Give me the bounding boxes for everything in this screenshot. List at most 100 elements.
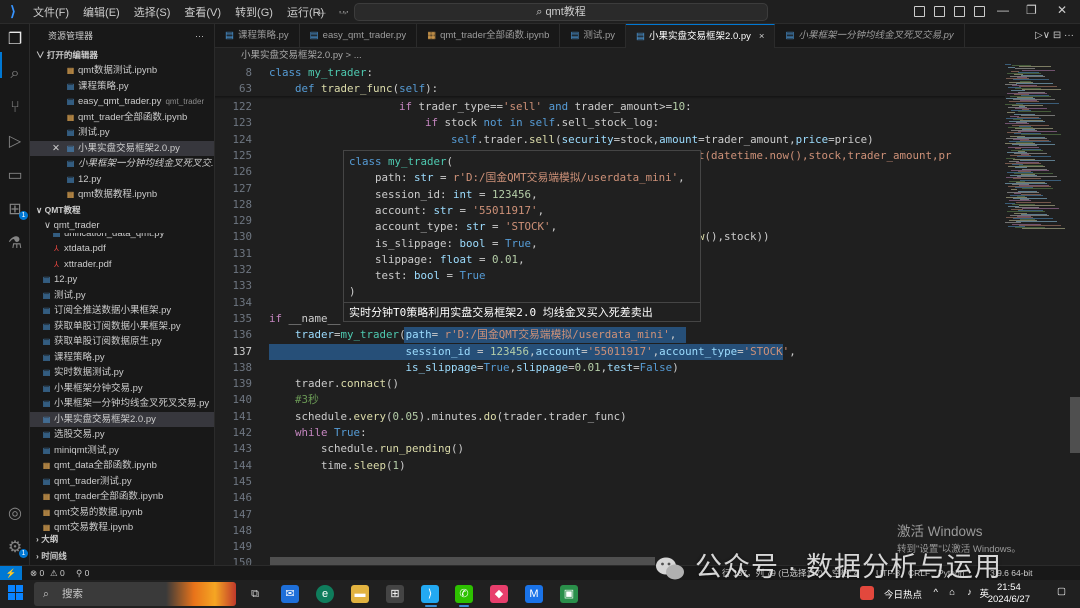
code-line[interactable]: schedule.run_pending() bbox=[269, 441, 464, 457]
file-tree-item[interactable]: ▤ 小果框架一分钟均线金叉死叉交易.py bbox=[30, 396, 214, 412]
testing-icon[interactable]: ⚗ bbox=[5, 234, 25, 254]
tray-chevron-icon[interactable]: ^ bbox=[934, 587, 938, 598]
file-tree-item[interactable]: ▤ unification_data_qmt.py bbox=[30, 233, 214, 241]
run-debug-icon[interactable]: ▷ bbox=[5, 132, 25, 152]
file-tree-item[interactable]: ▤ 获取单股订阅数据小果框架.py bbox=[30, 319, 214, 335]
app-green-icon[interactable]: ▣ bbox=[560, 585, 578, 603]
open-editor-item[interactable]: ▤ 12.py bbox=[30, 172, 214, 188]
file-tree-item[interactable]: ⅄ xttrader.pdf bbox=[30, 257, 214, 273]
open-editor-item[interactable]: ▤ 课程策略.py bbox=[30, 79, 214, 95]
warnings-indicator[interactable]: ⚠ 0 bbox=[50, 566, 65, 580]
account-icon[interactable]: ◎ bbox=[5, 504, 25, 524]
tab-0[interactable]: ▤ 课程策略.py bbox=[215, 24, 300, 48]
code-line[interactable]: trader.connact() bbox=[269, 376, 399, 392]
file-tree-item[interactable]: ⅄ xtdata.pdf bbox=[30, 241, 214, 257]
menu-view[interactable]: 查看(V) bbox=[177, 4, 228, 20]
file-tree-item[interactable]: ▦ qmt_trader全部函数.ipynb bbox=[30, 489, 214, 505]
open-editor-item[interactable]: ✕ ▤ 小果实盘交易框架2.0.py bbox=[30, 140, 214, 157]
file-tree-item[interactable]: ▤ 测试.py bbox=[30, 288, 214, 304]
file-tree-item[interactable]: ▤ 获取单股订阅数据原生.py bbox=[30, 334, 214, 350]
mail-icon[interactable]: ✉ bbox=[281, 585, 299, 603]
close-editor-icon[interactable]: ✕ bbox=[52, 141, 60, 157]
notifications-icon[interactable]: ▢ bbox=[1057, 586, 1066, 597]
tab-5[interactable]: ▤ 小果框架一分钟均线金叉死叉交易.py bbox=[775, 24, 965, 48]
file-tree-item[interactable]: ▤ 订阅全推送数据小果框架.py bbox=[30, 303, 214, 319]
app-pink-icon[interactable]: ◆ bbox=[490, 585, 508, 603]
menu-go[interactable]: 转到(G) bbox=[228, 4, 280, 20]
code-line[interactable]: #3秒 bbox=[269, 392, 319, 408]
menu-edit[interactable]: 编辑(E) bbox=[76, 4, 127, 20]
news-icon[interactable] bbox=[860, 586, 874, 600]
settings-gear-icon[interactable]: ⚙ 1 bbox=[5, 538, 28, 558]
file-tree-item[interactable]: ▤ miniqmt测试.py bbox=[30, 443, 214, 459]
tab-2[interactable]: ▦ qmt_trader全部函数.ipynb bbox=[417, 24, 561, 48]
forward-arrow-icon[interactable]: → bbox=[337, 4, 349, 18]
file-tree-item[interactable]: ▤ qmt_trader测试.py bbox=[30, 474, 214, 490]
windows-start-icon[interactable] bbox=[8, 585, 24, 601]
open-editor-item[interactable]: ▦ qmt数据测试.ipynb bbox=[30, 63, 214, 79]
back-arrow-icon[interactable]: ← bbox=[316, 4, 328, 18]
vscode-taskbar-icon[interactable]: ⟩ bbox=[421, 585, 439, 603]
toggle-panel-icon[interactable] bbox=[934, 6, 945, 17]
task-view-icon[interactable]: ⧉ bbox=[246, 585, 264, 603]
app-blue-m-icon[interactable]: M bbox=[525, 585, 543, 603]
vertical-scrollbar[interactable] bbox=[1070, 397, 1080, 453]
code-line[interactable]: if trader_type=='sell' and trader_amount… bbox=[269, 99, 692, 115]
file-tree-item[interactable]: ▤ 实时数据测试.py bbox=[30, 365, 214, 381]
minimize-icon[interactable]: — bbox=[997, 3, 1009, 17]
timeline-header[interactable]: › 时间线 bbox=[30, 549, 214, 564]
errors-indicator[interactable]: ⊗ 0 bbox=[30, 566, 44, 580]
menu-selection[interactable]: 选择(S) bbox=[127, 4, 178, 20]
open-editor-item[interactable]: ▦ qmt_trader全部函数.ipynb bbox=[30, 110, 214, 126]
code-line[interactable]: is_slippage=True,slippage=0.01,test=Fals… bbox=[269, 360, 679, 376]
open-editor-item[interactable]: ▤ easy_qmt_trader.py qmt_trader bbox=[30, 94, 214, 110]
workspace-header[interactable]: ∨ QMT教程 bbox=[30, 203, 214, 218]
code-line[interactable]: trader=my_trader(path= r'D:/国金QMT交易端模拟/u… bbox=[269, 327, 676, 343]
close-window-icon[interactable]: ✕ bbox=[1057, 3, 1067, 17]
file-tree-item[interactable]: ▤ 小果实盘交易框架2.0.py bbox=[30, 411, 214, 427]
open-editors-header[interactable]: ∨ 打开的编辑器 bbox=[30, 48, 214, 63]
wechat-taskbar-icon[interactable]: ✆ bbox=[455, 585, 473, 603]
code-line[interactable]: time.sleep(1) bbox=[269, 458, 406, 474]
tab-4[interactable]: ▤ 小果实盘交易框架2.0.py × bbox=[626, 24, 776, 48]
code-line[interactable]: if stock not in self.sell_stock_log: bbox=[269, 115, 659, 131]
news-label[interactable]: 今日热点 bbox=[884, 587, 922, 601]
close-tab-icon[interactable]: × bbox=[759, 31, 765, 42]
outline-header[interactable]: › 大纲 bbox=[30, 532, 214, 547]
more-actions-icon[interactable]: ··· bbox=[1064, 30, 1074, 41]
command-center-search[interactable]: ⌕ qmt教程 bbox=[354, 3, 768, 21]
code-line[interactable]: class my_trader: bbox=[269, 65, 373, 81]
menu-file[interactable]: 文件(F) bbox=[26, 4, 76, 20]
remote-indicator[interactable]: ⚡ bbox=[0, 566, 22, 581]
clock[interactable]: 21:54 2024/6/27 bbox=[988, 582, 1030, 606]
open-editor-item[interactable]: ▤ 小果框架一分钟均线金叉死叉交... bbox=[30, 156, 214, 172]
toggle-secondary-sidebar-icon[interactable] bbox=[954, 6, 965, 17]
folder-qmt-trader[interactable]: ∨ qmt_trader bbox=[30, 218, 214, 234]
run-file-icon[interactable]: ▷∨ bbox=[1035, 30, 1050, 41]
remote-explorer-icon[interactable]: ▭ bbox=[5, 166, 25, 186]
maximize-icon[interactable]: ❐ bbox=[1026, 3, 1037, 17]
tab-3[interactable]: ▤ 测试.py bbox=[560, 24, 627, 48]
code-line[interactable]: while True: bbox=[269, 425, 367, 441]
code-line[interactable]: session_id = 123456,account='55011917',a… bbox=[269, 344, 796, 360]
file-tree-item[interactable]: ▤ 选股交易.py bbox=[30, 427, 214, 443]
store-icon[interactable]: ⊞ bbox=[386, 585, 404, 603]
code-line[interactable]: if __name__ bbox=[269, 311, 341, 327]
code-line[interactable]: self.trader.sell(security=stock,amount=t… bbox=[269, 132, 874, 148]
network-icon[interactable]: ⌂ bbox=[949, 587, 955, 598]
tab-1[interactable]: ▤ easy_qmt_trader.py bbox=[300, 24, 418, 48]
breadcrumb[interactable]: 小果实盘交易框架2.0.py > ... bbox=[215, 48, 1005, 64]
file-tree-item[interactable]: ▦ qmt交易的数据.ipynb bbox=[30, 505, 214, 521]
file-explorer-icon[interactable]: ▬ bbox=[351, 585, 369, 603]
open-editor-item[interactable]: ▤ 测试.py bbox=[30, 125, 214, 141]
horizontal-scrollbar[interactable] bbox=[270, 557, 655, 565]
file-tree-item[interactable]: ▦ qmt_data全部函数.ipynb bbox=[30, 458, 214, 474]
search-icon[interactable]: ⌕ bbox=[5, 64, 25, 84]
customize-layout-icon[interactable] bbox=[974, 6, 985, 17]
file-tree-item[interactable]: ▤ 课程策略.py bbox=[30, 350, 214, 366]
explorer-icon[interactable]: ❐ bbox=[5, 30, 25, 50]
volume-icon[interactable]: ♪ bbox=[967, 587, 972, 598]
toggle-sidebar-icon[interactable] bbox=[914, 6, 925, 17]
file-tree-item[interactable]: ▤ 小果框架分钟交易.py bbox=[30, 381, 214, 397]
code-line[interactable]: schedule.every(0.05).minutes.do(trader.t… bbox=[269, 409, 627, 425]
